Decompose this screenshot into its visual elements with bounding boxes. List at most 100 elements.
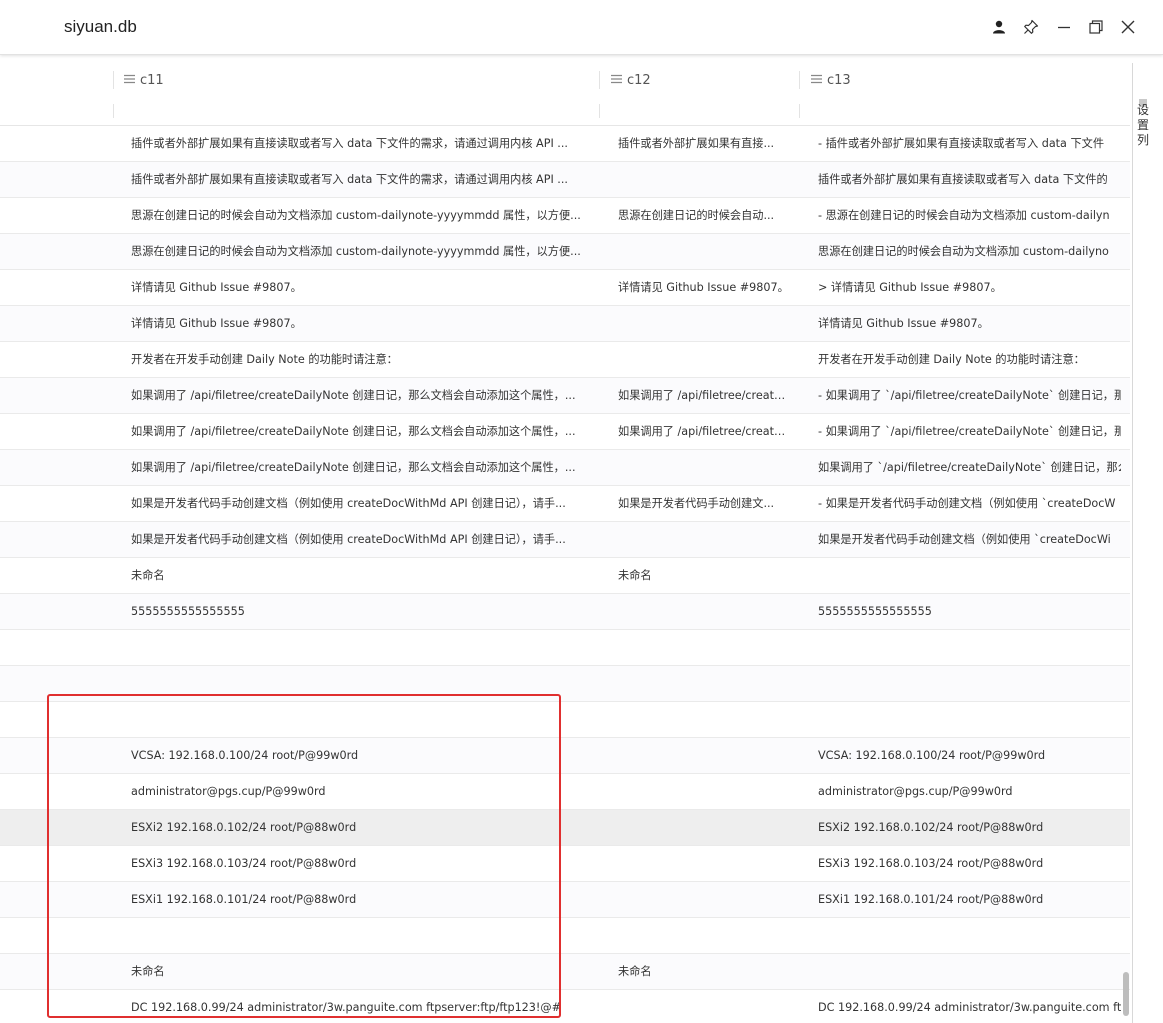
table-cell-c13[interactable]: [818, 954, 1121, 989]
table-cell-c11[interactable]: [131, 918, 594, 953]
table-cell-c12[interactable]: [618, 630, 790, 665]
table-cell-c11[interactable]: ESXi1 192.168.0.101/24 root/P@88w0rd: [131, 882, 594, 917]
table-row[interactable]: 如果调用了 /api/filetree/createDailyNote 创建日记…: [0, 450, 1130, 486]
table-cell-c12[interactable]: [618, 882, 790, 917]
pin-icon[interactable]: [1020, 16, 1042, 38]
table-cell-c12[interactable]: [618, 810, 790, 845]
table-cell-c12[interactable]: 如果调用了 /api/filetree/create...: [618, 378, 790, 413]
column-divider[interactable]: [799, 71, 800, 89]
table-row[interactable]: 如果是开发者代码手动创建文档（例如使用 createDocWithMd API …: [0, 522, 1130, 558]
close-icon[interactable]: [1117, 16, 1139, 38]
table-cell-c11[interactable]: 未命名: [131, 558, 594, 593]
table-row[interactable]: ESXi3 192.168.0.103/24 root/P@88w0rd ESXi…: [0, 846, 1130, 882]
table-cell-c12[interactable]: [618, 162, 790, 197]
column-header-c12[interactable]: c12: [611, 63, 651, 97]
column-header-c11[interactable]: c11: [124, 63, 164, 97]
table-cell-c11[interactable]: 开发者在开发手动创建 Daily Note 的功能时请注意：: [131, 342, 594, 377]
column-divider[interactable]: [113, 71, 114, 89]
table-cell-c13[interactable]: 插件或者外部扩展如果有直接读取或者写入 data 下文件的: [818, 162, 1121, 197]
table-row[interactable]: [0, 918, 1130, 954]
table-cell-c12[interactable]: [618, 990, 790, 1023]
table-cell-c13[interactable]: 5555555555555555: [818, 594, 1121, 629]
table-row[interactable]: 思源在创建日记的时候会自动为文档添加 custom-dailynote-yyyy…: [0, 198, 1130, 234]
table-row[interactable]: VCSA: 192.168.0.100/24 root/P@99w0rd VCSA…: [0, 738, 1130, 774]
table-cell-c13[interactable]: - 如果调用了 `/api/filetree/createDailyNote` …: [818, 414, 1121, 449]
table-row[interactable]: [0, 630, 1130, 666]
table-row[interactable]: 5555555555555555 5555555555555555: [0, 594, 1130, 630]
column-divider[interactable]: [599, 71, 600, 89]
table-row[interactable]: 如果调用了 /api/filetree/createDailyNote 创建日记…: [0, 414, 1130, 450]
table-cell-c12[interactable]: [618, 666, 790, 701]
table-cell-c13[interactable]: > 详情请见 Github Issue #9807。: [818, 270, 1121, 305]
table-cell-c12[interactable]: 详情请见 Github Issue #9807。: [618, 270, 790, 305]
table-row[interactable]: 详情请见 Github Issue #9807。 详情请见 Github Issu…: [0, 270, 1130, 306]
table-cell-c12[interactable]: [618, 522, 790, 557]
table-cell-c13[interactable]: administrator@pgs.cup/P@99w0rd: [818, 774, 1121, 809]
table-cell-c11[interactable]: 如果是开发者代码手动创建文档（例如使用 createDocWithMd API …: [131, 522, 594, 557]
table-cell-c11[interactable]: ESXi3 192.168.0.103/24 root/P@88w0rd: [131, 846, 594, 881]
table-cell-c12[interactable]: 未命名: [618, 558, 790, 593]
table-cell-c13[interactable]: [818, 666, 1121, 701]
table-row[interactable]: 如果调用了 /api/filetree/createDailyNote 创建日记…: [0, 378, 1130, 414]
table-cell-c13[interactable]: 如果调用了 `/api/filetree/createDailyNote` 创建…: [818, 450, 1121, 485]
table-row[interactable]: ESXi2 192.168.0.102/24 root/P@88w0rd ESXi…: [0, 810, 1130, 846]
table-cell-c11[interactable]: 未命名: [131, 954, 594, 989]
table-cell-c13[interactable]: [818, 702, 1121, 737]
table-cell-c12[interactable]: 如果是开发者代码手动创建文...: [618, 486, 790, 521]
table-cell-c13[interactable]: [818, 630, 1121, 665]
user-icon[interactable]: [988, 16, 1010, 38]
table-cell-c13[interactable]: 开发者在开发手动创建 Daily Note 的功能时请注意：: [818, 342, 1121, 377]
table-cell-c11[interactable]: 思源在创建日记的时候会自动为文档添加 custom-dailynote-yyyy…: [131, 234, 594, 269]
table-cell-c12[interactable]: [618, 702, 790, 737]
table-row[interactable]: 开发者在开发手动创建 Daily Note 的功能时请注意： 开发者在开发手动创建…: [0, 342, 1130, 378]
table-cell-c12[interactable]: 插件或者外部扩展如果有直接...: [618, 126, 790, 161]
table-row[interactable]: 插件或者外部扩展如果有直接读取或者写入 data 下文件的需求，请通过调用内核 …: [0, 162, 1130, 198]
table-cell-c13[interactable]: - 插件或者外部扩展如果有直接读取或者写入 data 下文件: [818, 126, 1121, 161]
table-cell-c11[interactable]: 5555555555555555: [131, 594, 594, 629]
table-row[interactable]: [0, 666, 1130, 702]
table-cell-c11[interactable]: [131, 630, 594, 665]
table-cell-c12[interactable]: 思源在创建日记的时候会自动...: [618, 198, 790, 233]
table-cell-c13[interactable]: 如果是开发者代码手动创建文档（例如使用 `createDocWi: [818, 522, 1121, 557]
table-row[interactable]: 如果是开发者代码手动创建文档（例如使用 createDocWithMd API …: [0, 486, 1130, 522]
column-header-c13[interactable]: c13: [811, 63, 851, 97]
table-cell-c11[interactable]: 思源在创建日记的时候会自动为文档添加 custom-dailynote-yyyy…: [131, 198, 594, 233]
table-row[interactable]: ESXi1 192.168.0.101/24 root/P@88w0rd ESXi…: [0, 882, 1130, 918]
table-cell-c11[interactable]: 插件或者外部扩展如果有直接读取或者写入 data 下文件的需求，请通过调用内核 …: [131, 162, 594, 197]
table-cell-c11[interactable]: VCSA: 192.168.0.100/24 root/P@99w0rd: [131, 738, 594, 773]
table-cell-c13[interactable]: ESXi2 192.168.0.102/24 root/P@88w0rd: [818, 810, 1121, 845]
table-cell-c12[interactable]: [618, 450, 790, 485]
table-cell-c13[interactable]: [818, 918, 1121, 953]
table-cell-c12[interactable]: [618, 342, 790, 377]
table-cell-c13[interactable]: 详情请见 Github Issue #9807。: [818, 306, 1121, 341]
table-cell-c11[interactable]: ESXi2 192.168.0.102/24 root/P@88w0rd: [131, 810, 594, 845]
table-cell-c13[interactable]: [818, 558, 1121, 593]
minimize-icon[interactable]: [1053, 16, 1075, 38]
table-cell-c11[interactable]: DC 192.168.0.99/24 administrator/3w.pang…: [131, 990, 594, 1023]
table-cell-c11[interactable]: 如果调用了 /api/filetree/createDailyNote 创建日记…: [131, 414, 594, 449]
table-row[interactable]: 思源在创建日记的时候会自动为文档添加 custom-dailynote-yyyy…: [0, 234, 1130, 270]
table-cell-c13[interactable]: ESXi1 192.168.0.101/24 root/P@88w0rd: [818, 882, 1121, 917]
table-cell-c12[interactable]: [618, 594, 790, 629]
table-cell-c11[interactable]: 详情请见 Github Issue #9807。: [131, 270, 594, 305]
table-cell-c13[interactable]: DC 192.168.0.99/24 administrator/3w.pang…: [818, 990, 1121, 1023]
table-cell-c11[interactable]: 详情请见 Github Issue #9807。: [131, 306, 594, 341]
vertical-scrollbar[interactable]: [1123, 972, 1129, 1016]
table-cell-c11[interactable]: 插件或者外部扩展如果有直接读取或者写入 data 下文件的需求，请通过调用内核 …: [131, 126, 594, 161]
table-row[interactable]: DC 192.168.0.99/24 administrator/3w.pang…: [0, 990, 1130, 1023]
table-cell-c12[interactable]: 未命名: [618, 954, 790, 989]
table-cell-c12[interactable]: 如果调用了 /api/filetree/create...: [618, 414, 790, 449]
table-row[interactable]: 详情请见 Github Issue #9807。 详情请见 Github Issu…: [0, 306, 1130, 342]
table-cell-c12[interactable]: [618, 774, 790, 809]
table-cell-c11[interactable]: [131, 666, 594, 701]
table-cell-c13[interactable]: 思源在创建日记的时候会自动为文档添加 custom-dailyno: [818, 234, 1121, 269]
table-cell-c11[interactable]: administrator@pgs.cup/P@99w0rd: [131, 774, 594, 809]
table-cell-c13[interactable]: - 如果是开发者代码手动创建文档（例如使用 `createDocW: [818, 486, 1121, 521]
table-row[interactable]: 未命名 未命名: [0, 954, 1130, 990]
column-settings-panel[interactable]: [1132, 63, 1163, 1023]
table-cell-c13[interactable]: - 思源在创建日记的时候会自动为文档添加 custom-dailyn: [818, 198, 1121, 233]
table-cell-c11[interactable]: 如果是开发者代码手动创建文档（例如使用 createDocWithMd API …: [131, 486, 594, 521]
table-cell-c12[interactable]: [618, 738, 790, 773]
table-cell-c13[interactable]: ESXi3 192.168.0.103/24 root/P@88w0rd: [818, 846, 1121, 881]
table-cell-c13[interactable]: VCSA: 192.168.0.100/24 root/P@99w0rd: [818, 738, 1121, 773]
